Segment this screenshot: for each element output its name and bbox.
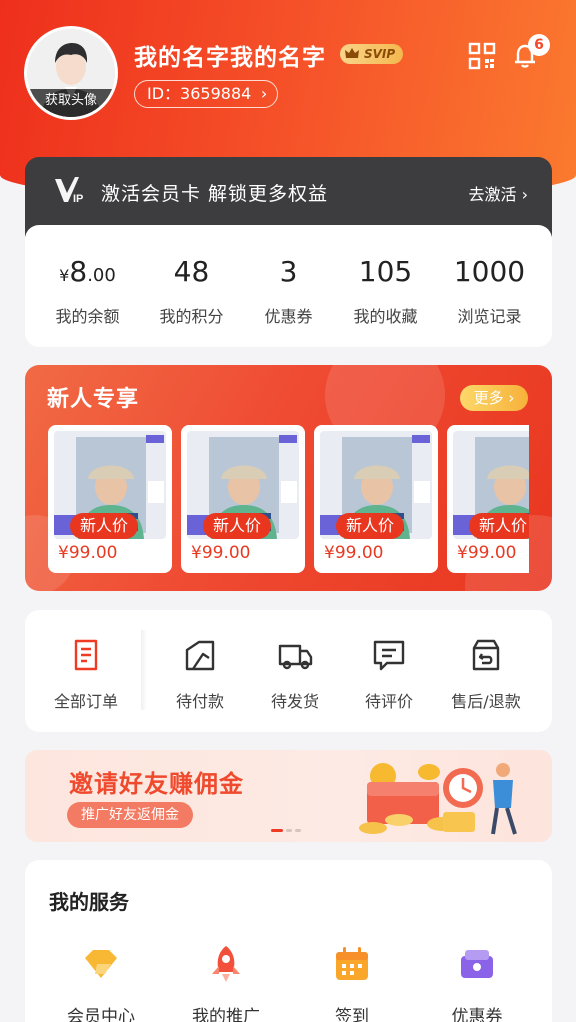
chevron-right-icon: › (503, 389, 515, 407)
product-price: ¥99.00 (324, 543, 384, 563)
stat-favorites[interactable]: 105 我的收藏 (333, 253, 438, 327)
order-label: 售后/退款 (451, 692, 521, 711)
stat-value: ¥8.00 (35, 253, 140, 291)
order-all[interactable]: 全部订单 (31, 636, 141, 712)
avatar-label[interactable]: 获取头像 (27, 89, 115, 117)
stat-balance[interactable]: ¥8.00 我的余额 (35, 253, 140, 327)
currency-symbol: ¥ (59, 266, 70, 285)
newbie-section: 新人专享 更多 › 新人价 ¥99.00 新人价 ¥99.00 新人价 ¥99.… (25, 365, 552, 591)
truck-icon (278, 644, 313, 670)
stat-label: 我的收藏 (353, 307, 418, 326)
calendar-icon (336, 947, 368, 980)
invite-title: 邀请好友赚佣金 (69, 770, 244, 798)
qr-code-icon[interactable] (468, 42, 496, 70)
orders-card: 全部订单 待付款 待发货 待评价 售后/退款 (25, 610, 552, 732)
stat-value: 48 (173, 255, 210, 288)
carousel-indicator (271, 829, 304, 842)
stat-points[interactable]: 48 我的积分 (139, 253, 244, 327)
service-checkin[interactable]: 签到 (297, 944, 407, 1022)
product-card[interactable]: 新人价 ¥99.00 (48, 425, 172, 573)
crown-icon (345, 48, 359, 58)
notification-badge: 6 (528, 34, 550, 56)
coupon-icon (461, 950, 493, 978)
svip-badge-text: SVIP (364, 47, 396, 61)
stat-label: 我的积分 (159, 307, 224, 326)
order-label: 待付款 (175, 692, 224, 711)
product-price: ¥99.00 (58, 543, 118, 563)
stat-history[interactable]: 1000 浏览记录 (437, 253, 542, 327)
service-label: 签到 (335, 1007, 369, 1022)
balance-decimal: .00 (87, 265, 116, 286)
receipt-icon (74, 639, 98, 671)
order-pending-review[interactable]: 待评价 (334, 636, 444, 712)
chevron-right-icon: › (521, 185, 528, 204)
product-card[interactable]: 新人价 ¥99.00 (314, 425, 438, 573)
invite-banner[interactable]: 邀请好友赚佣金 推广好友返佣金 (25, 750, 552, 842)
services-card: 我的服务 会员中心 我的推广 签到 优惠券 (25, 860, 552, 1022)
avatar[interactable]: 获取头像 (24, 26, 118, 120)
product-card[interactable]: 新人价 ¥99.00 (447, 425, 529, 573)
indicator-dot (295, 829, 301, 832)
svip-badge: SVIP (340, 44, 404, 64)
coins-illustration (359, 763, 517, 835)
wallet-icon (185, 640, 215, 671)
chevron-right-icon: › (260, 84, 268, 103)
newbie-title: 新人专享 (47, 387, 140, 412)
product-price: ¥99.00 (457, 543, 517, 563)
stat-label: 浏览记录 (457, 307, 522, 326)
service-label: 优惠券 (451, 1007, 503, 1022)
user-id-text: ID：3659884 (147, 84, 252, 103)
activate-link[interactable]: 去激活 › (468, 181, 528, 205)
more-button[interactable]: 更多 › (460, 385, 528, 411)
newbie-price-tag: 新人价 (336, 513, 405, 539)
order-pending-payment[interactable]: 待付款 (145, 636, 255, 712)
activate-label: 去激活 (468, 185, 517, 204)
balance-integer: 8 (69, 255, 88, 288)
stat-label: 我的余额 (55, 307, 120, 326)
refund-icon (472, 639, 500, 671)
service-coupons[interactable]: 优惠券 (422, 944, 532, 1022)
more-label: 更多 (473, 389, 504, 407)
indicator-dot (286, 829, 292, 832)
user-id-pill[interactable]: ID：3659884 › (134, 80, 279, 108)
username: 我的名字我的名字 (134, 45, 326, 71)
newbie-price-tag: 新人价 (203, 513, 272, 539)
stat-value: 105 (358, 255, 413, 288)
rocket-icon (212, 946, 240, 982)
stat-value: 1000 (453, 255, 526, 288)
diamond-icon (85, 950, 117, 978)
product-card[interactable]: 新人价 ¥99.00 (181, 425, 305, 573)
svg-text:IP: IP (73, 193, 83, 205)
service-label: 会员中心 (67, 1007, 135, 1022)
vip-logo-icon: IP (55, 177, 83, 205)
product-carousel[interactable]: 新人价 ¥99.00 新人价 ¥99.00 新人价 ¥99.00 新人价 ¥99… (48, 425, 529, 573)
stat-value: 3 (279, 255, 298, 288)
service-my-promotion[interactable]: 我的推广 (171, 944, 281, 1022)
stat-coupons[interactable]: 3 优惠券 (236, 253, 341, 327)
service-label: 我的推广 (192, 1007, 260, 1022)
newbie-price-tag: 新人价 (469, 513, 529, 539)
service-member-center[interactable]: 会员中心 (46, 944, 156, 1022)
invite-subtitle: 推广好友返佣金 (67, 802, 193, 828)
order-label: 全部订单 (53, 692, 118, 711)
indicator-dot-active (271, 829, 283, 832)
stats-card: ¥8.00 我的余额 48 我的积分 3 优惠券 105 我的收藏 1000 浏… (25, 225, 552, 347)
comment-icon (373, 640, 405, 671)
product-price: ¥99.00 (191, 543, 251, 563)
order-label: 待评价 (364, 692, 413, 711)
services-title: 我的服务 (49, 890, 129, 914)
order-refund[interactable]: 售后/退款 (431, 636, 541, 712)
stat-label: 优惠券 (264, 307, 313, 326)
newbie-price-tag: 新人价 (70, 513, 139, 539)
vip-banner-text: 激活会员卡 解锁更多权益 (101, 183, 329, 205)
